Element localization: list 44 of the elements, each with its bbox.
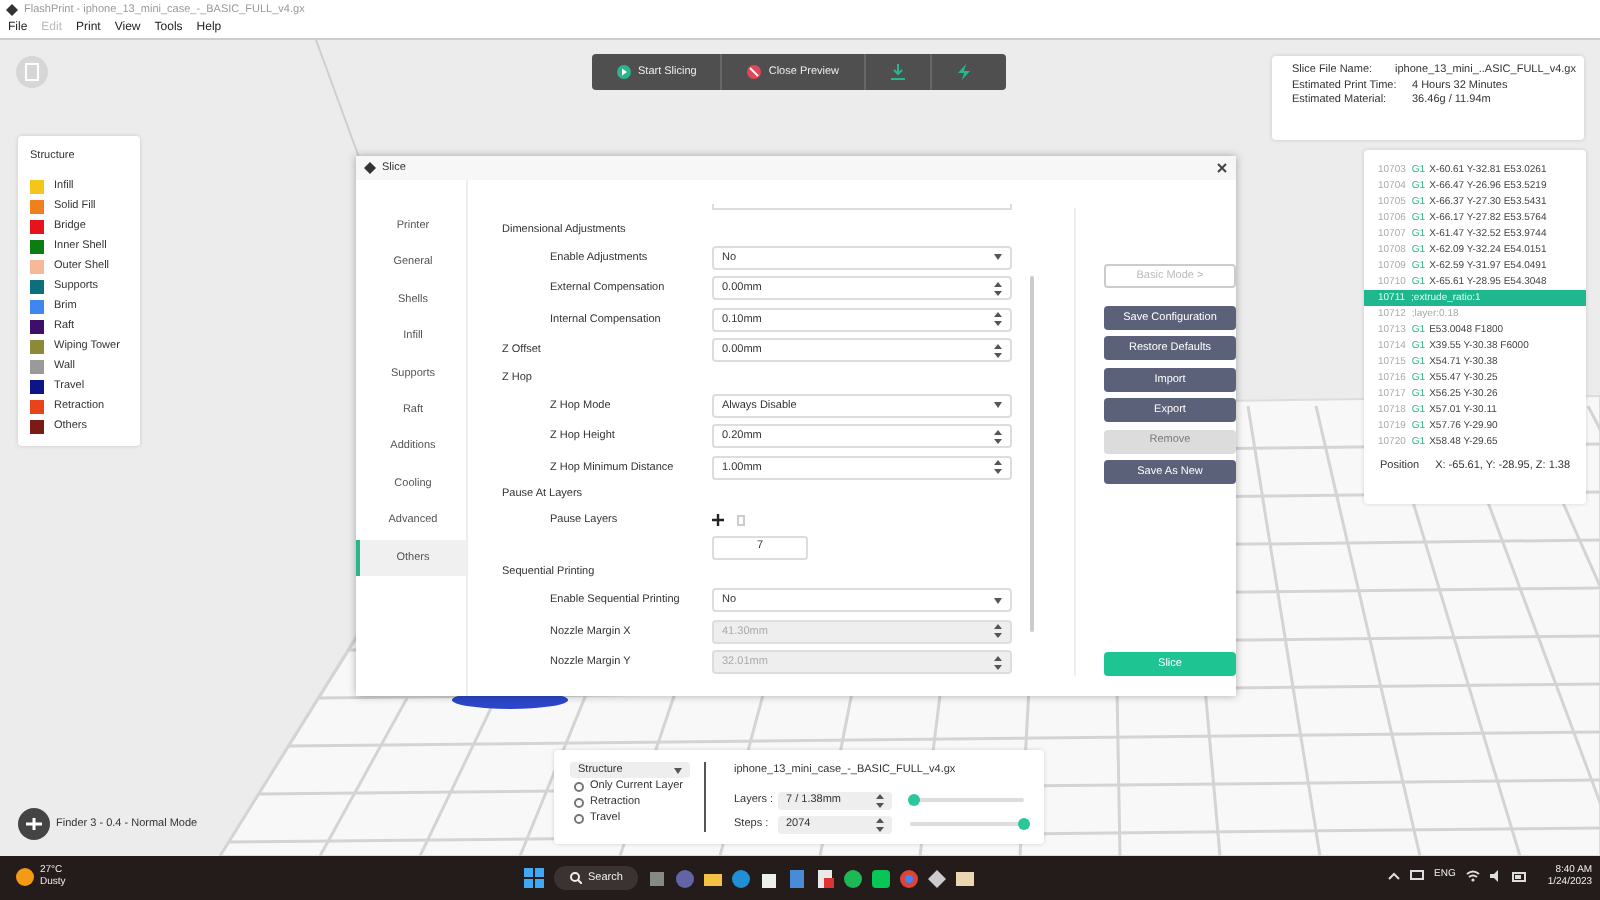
chevron-up-icon[interactable] [1388,872,1400,880]
close-icon[interactable] [1216,162,1228,174]
spin-arrows-icon [994,312,1002,327]
checkbox[interactable] [574,797,584,807]
plus-icon[interactable] [712,514,724,526]
monitor-icon[interactable] [1410,870,1424,882]
folder-icon[interactable] [956,869,975,887]
spin-arrows-icon [876,793,884,808]
start-icon[interactable] [524,868,544,888]
spin-arrows-icon [994,429,1002,444]
slider-track[interactable] [910,798,1024,803]
document-icon [16,56,48,88]
slider-track[interactable] [910,822,1024,827]
scrollbar[interactable] [1030,276,1034,632]
caret-icon [994,402,1002,409]
sun-icon [16,867,34,885]
play-icon [616,64,632,80]
app-logo-icon [364,162,376,174]
lightning-icon [955,64,972,80]
document-icon[interactable] [816,869,835,887]
app-logo-icon [6,4,18,16]
checkbox[interactable] [574,813,584,823]
checkbox[interactable] [574,781,584,791]
wifi-icon[interactable] [1465,870,1480,882]
caret-icon [674,767,682,773]
spin-arrows-icon [994,460,1002,475]
caret-icon [994,254,1002,261]
chat-icon[interactable] [872,869,891,887]
spin-arrows-icon [994,281,1002,296]
slider-thumb[interactable] [1018,818,1030,831]
spin-arrows-icon [994,655,1002,670]
app-logo-icon[interactable] [928,869,947,887]
folder-icon[interactable] [704,869,723,887]
battery-icon[interactable] [1511,871,1528,881]
window-icon[interactable] [648,869,667,887]
slider-thumb[interactable] [908,794,921,807]
spin-arrows-icon [994,624,1002,639]
download-icon [889,64,906,80]
spin-arrows-icon [876,817,884,832]
cancel-icon [746,64,763,80]
search-icon [570,872,582,884]
speaker-icon[interactable] [1489,870,1502,882]
caret-icon [994,597,1002,604]
spin-arrows-icon [994,343,1002,358]
